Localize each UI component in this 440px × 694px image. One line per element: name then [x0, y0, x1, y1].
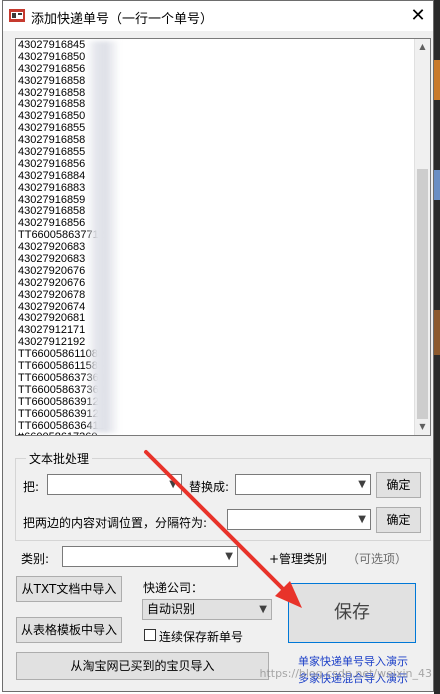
app-icon	[9, 9, 25, 22]
tracking-number-row: TT660058639121	[18, 407, 105, 420]
tracking-number-row: 43027916858	[18, 74, 86, 87]
batch-group-title: 文本批处理	[26, 450, 93, 467]
replace-combo[interactable]: ▼	[235, 474, 371, 495]
tracking-number-row: TT660058637363	[18, 383, 105, 396]
tracking-number-row: 43027916856	[18, 62, 86, 75]
tracking-number-row: 43027916850	[18, 50, 86, 63]
replace-label: 替换成:	[189, 480, 230, 494]
scroll-thumb[interactable]	[417, 169, 428, 419]
chevron-down-icon: ▼	[169, 479, 177, 490]
tracking-number-row: 43027916884	[18, 169, 86, 182]
dialog-window: 添加快递单号（一行一个单号） ✕ 43027916845 43027916850 4…	[2, 0, 434, 692]
tracking-number-row: 43027916883	[18, 181, 86, 194]
background-element	[434, 60, 440, 100]
chevron-down-icon: ▼	[358, 479, 366, 490]
close-icon[interactable]: ✕	[409, 7, 427, 25]
tracking-number-row: tt660058617360	[18, 431, 408, 435]
tracking-number-row: 43027920678	[18, 288, 86, 301]
confirm-swap-button[interactable]: 确定	[376, 507, 421, 533]
courier-label: 快递公司：	[143, 581, 204, 595]
chevron-down-icon: ▼	[358, 514, 366, 525]
background-element	[434, 310, 440, 355]
import-taobao-button[interactable]: 从淘宝网已买到的宝贝导入	[16, 652, 269, 680]
category-label: 类别:	[21, 552, 50, 566]
confirm-replace-button[interactable]: 确定	[376, 472, 421, 498]
background-element	[434, 170, 440, 200]
chevron-down-icon: ▼	[259, 604, 267, 615]
tracking-number-row: 43027916856	[18, 157, 86, 170]
tracking-number-row: TT660058639121	[18, 395, 105, 408]
separator-combo[interactable]: ▼	[227, 509, 371, 530]
continuous-save-label: 连续保存新单号	[159, 630, 244, 644]
category-combo[interactable]: ▼	[62, 546, 238, 567]
import-txt-button[interactable]: 从TXT文档中导入	[16, 576, 122, 602]
optional-hint: （可选项）	[347, 552, 408, 566]
redaction-blur	[86, 41, 120, 433]
import-template-button[interactable]: 从表格模板中导入	[16, 617, 122, 643]
watermark-text: https://blog.csdn.net/weixin_43	[259, 667, 432, 680]
scroll-up-icon[interactable]: ▲	[415, 39, 430, 55]
tracking-number-textarea[interactable]: 43027916845 43027916850 43027916856 4302791…	[15, 38, 431, 436]
continuous-save-checkbox[interactable]	[144, 629, 156, 641]
window-title: 添加快递单号（一行一个单号）	[31, 12, 214, 27]
save-button[interactable]: 保存	[288, 583, 416, 643]
chevron-down-icon: ▼	[225, 551, 233, 562]
find-label: 把:	[23, 480, 40, 494]
background-strip	[434, 0, 440, 694]
title-bar: 添加快递单号（一行一个单号） ✕	[3, 1, 433, 31]
find-combo[interactable]: ▼	[47, 474, 182, 495]
scroll-down-icon[interactable]: ▼	[415, 419, 430, 435]
courier-select[interactable]: 自动识别 ▼	[142, 599, 272, 620]
courier-selected-value: 自动识别	[147, 602, 196, 616]
swap-label: 把两边的内容对调位置，分隔符为:	[23, 516, 208, 530]
tracking-number-list: 43027916845 43027916850 43027916856 4302791…	[18, 39, 408, 435]
vertical-scrollbar[interactable]: ▲ ▼	[414, 39, 430, 435]
tracking-number-row: 43027920676	[18, 276, 86, 289]
manage-category-link[interactable]: +管理类别	[269, 550, 327, 567]
